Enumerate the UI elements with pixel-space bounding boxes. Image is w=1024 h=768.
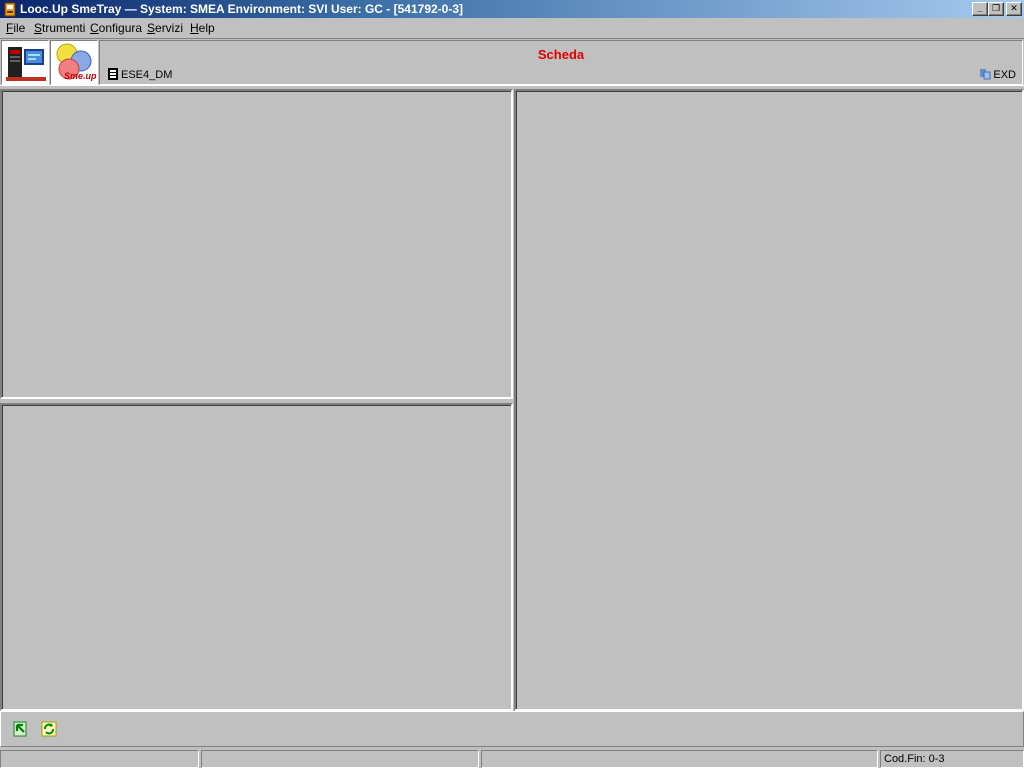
panel-right[interactable] (514, 89, 1024, 711)
object-code-label: ESE4_DM (121, 69, 173, 81)
smeup-logo-text: Sme.up (64, 71, 97, 81)
status-pane-cod-fin: Cod.Fin: 0-3 (880, 750, 1024, 768)
status-pane-2 (201, 750, 479, 768)
menu-configura[interactable]: Configura (90, 21, 142, 35)
menu-help[interactable]: Help (190, 21, 215, 35)
app-icon (4, 2, 16, 17)
header: Sme.up Scheda ESE4_DM EXD (0, 38, 1024, 86)
object-code[interactable]: ESE4_DM (108, 68, 172, 81)
menu-servizi[interactable]: Servizi (147, 21, 183, 35)
minimize-button[interactable]: _ (972, 2, 988, 16)
as400-system-icon[interactable] (1, 40, 49, 85)
restore-button[interactable]: ❒ (988, 2, 1004, 16)
panel-top-left[interactable] (0, 89, 513, 399)
window-title: Looc.Up SmeTray — System: SMEA Environme… (20, 2, 464, 16)
panel-bottom-left[interactable] (0, 403, 513, 711)
exd-button[interactable]: EXD (979, 68, 1016, 81)
title-bar[interactable]: Looc.Up SmeTray — System: SMEA Environme… (0, 0, 1024, 18)
refresh-icon[interactable] (40, 720, 58, 738)
back-arrow-icon[interactable] (11, 720, 29, 738)
page-title: Scheda (537, 47, 585, 62)
bottom-toolbar (0, 711, 1024, 747)
status-bar: Cod.Fin: 0-3 (0, 749, 1024, 768)
status-pane-1 (0, 750, 199, 768)
close-button[interactable]: ✕ (1006, 2, 1022, 16)
status-pane-3 (481, 750, 878, 768)
smeup-logo[interactable]: Sme.up (50, 40, 98, 85)
menu-file[interactable]: File (6, 21, 25, 35)
menu-bar: File Strumenti Configura Servizi Help (0, 18, 1024, 38)
header-panel: Scheda ESE4_DM EXD (99, 40, 1023, 85)
menu-strumenti[interactable]: Strumenti (34, 21, 85, 35)
object-icon (108, 68, 118, 80)
exd-icon (980, 69, 991, 80)
exd-label: EXD (993, 69, 1016, 81)
